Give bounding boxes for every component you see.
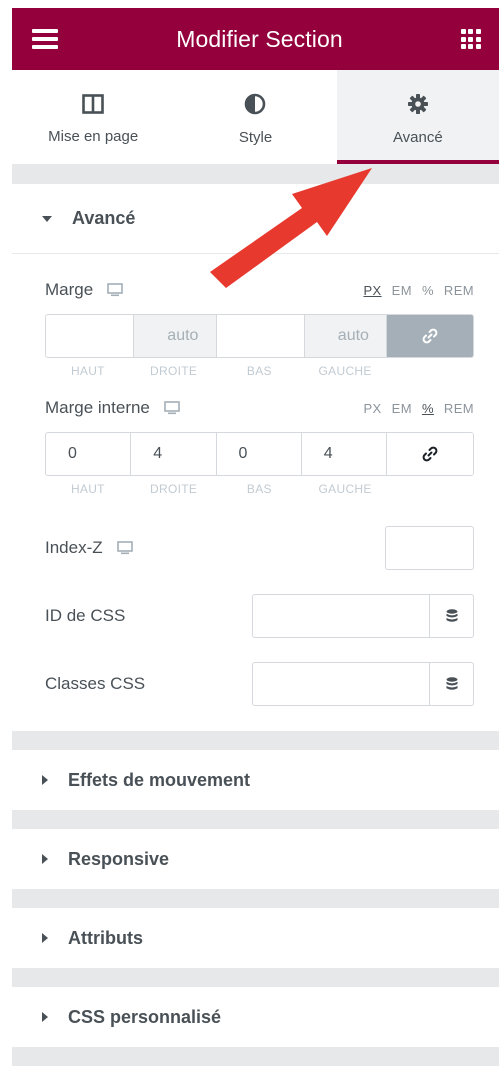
columns-icon — [82, 93, 104, 114]
link-icon — [422, 328, 438, 344]
editor-panel: Modifier Section Mise en page Style Avan… — [12, 8, 499, 1075]
padding-units: PX EM % REM — [363, 401, 474, 416]
padding-link-button[interactable] — [387, 433, 473, 475]
tab-style-label: Style — [238, 128, 273, 146]
database-icon — [446, 677, 457, 690]
margin-left-input[interactable]: auto — [304, 315, 387, 357]
tab-layout-label: Mise en page — [48, 127, 139, 145]
menu-icon[interactable] — [32, 29, 58, 49]
section-attributes[interactable]: Attributs — [12, 908, 499, 968]
css-id-field — [252, 594, 474, 638]
unit-percent[interactable]: % — [422, 283, 434, 298]
section-divider — [12, 731, 499, 750]
caret-down-icon — [42, 215, 52, 222]
padding-left-input[interactable]: 4 — [302, 433, 387, 475]
margin-control-header: Marge PX EM % REM — [45, 280, 474, 300]
dim-label-spacer — [388, 364, 474, 378]
section-divider — [12, 968, 499, 987]
dim-label-bottom: BAS — [246, 482, 272, 496]
caret-right-icon — [42, 933, 48, 943]
section-divider — [12, 1047, 499, 1066]
unit-em[interactable]: EM — [392, 283, 412, 298]
advanced-controls: Marge PX EM % REM auto auto HAUT DROITE … — [12, 280, 499, 706]
dynamic-tags-button[interactable] — [429, 663, 473, 705]
tab-style[interactable]: Style — [174, 70, 336, 164]
dim-label-bottom: BAS — [246, 364, 272, 378]
section-advanced-header[interactable]: Avancé — [12, 184, 499, 254]
caret-right-icon — [42, 1012, 48, 1022]
padding-bottom-input[interactable]: 0 — [217, 433, 302, 475]
margin-label: Marge — [45, 280, 94, 299]
tab-advanced-label: Avancé — [392, 128, 443, 146]
dim-label-top: HAUT — [70, 364, 105, 378]
css-classes-label: Classes CSS — [45, 674, 146, 693]
dim-label-top: HAUT — [70, 482, 105, 496]
dim-label-left: GAUCHE — [318, 482, 372, 496]
section-custom-css-title: CSS personnalisé — [68, 1006, 222, 1027]
css-classes-control: Classes CSS — [45, 662, 474, 706]
dim-label-right: DROITE — [150, 482, 198, 496]
unit-percent[interactable]: % — [422, 401, 434, 416]
desktop-icon[interactable] — [107, 283, 123, 297]
half-circle-icon — [245, 93, 266, 114]
gear-icon — [407, 93, 428, 114]
panel-header: Modifier Section — [12, 8, 499, 70]
padding-top-input[interactable]: 0 — [46, 433, 132, 475]
unit-rem[interactable]: REM — [444, 401, 474, 416]
margin-label-wrap: Marge — [45, 280, 123, 300]
caret-right-icon — [42, 854, 48, 864]
margin-top-input[interactable] — [46, 315, 135, 357]
section-divider — [12, 889, 499, 908]
section-attributes-title: Attributs — [68, 927, 143, 948]
padding-dimensions: 0 4 0 4 — [45, 432, 474, 476]
zindex-input[interactable] — [385, 526, 474, 570]
dim-label-right: DROITE — [150, 364, 198, 378]
widgets-grid-icon[interactable] — [460, 29, 481, 49]
padding-control-header: Marge interne PX EM % REM — [45, 398, 474, 418]
dim-label-spacer — [388, 482, 474, 496]
section-advanced-title: Avancé — [72, 208, 136, 228]
tab-advanced[interactable]: Avancé — [336, 70, 499, 164]
css-id-control: ID de CSS — [45, 594, 474, 638]
caret-right-icon — [42, 775, 48, 785]
css-classes-field — [252, 662, 474, 706]
unit-px[interactable]: PX — [363, 283, 381, 298]
unit-rem[interactable]: REM — [444, 283, 474, 298]
panel-title: Modifier Section — [176, 25, 343, 52]
margin-units: PX EM % REM — [363, 283, 474, 298]
section-motion-effects[interactable]: Effets de mouvement — [12, 750, 499, 810]
margin-dimension-labels: HAUT DROITE BAS GAUCHE — [45, 364, 474, 378]
padding-label-wrap: Marge interne — [45, 398, 180, 418]
dim-label-left: GAUCHE — [318, 364, 372, 378]
section-spacer — [12, 164, 499, 184]
panel-tabs: Mise en page Style Avancé — [12, 70, 499, 164]
margin-right-input[interactable]: auto — [134, 315, 217, 357]
margin-link-button[interactable] — [387, 315, 473, 357]
css-id-input[interactable] — [253, 595, 429, 637]
unit-px[interactable]: PX — [363, 401, 381, 416]
margin-dimensions: auto auto — [45, 314, 474, 358]
section-responsive-title: Responsive — [68, 848, 170, 869]
link-icon — [422, 446, 438, 462]
zindex-label: Index-Z — [45, 538, 103, 557]
section-responsive[interactable]: Responsive — [12, 829, 499, 889]
css-classes-input[interactable] — [253, 663, 429, 705]
padding-dimension-labels: HAUT DROITE BAS GAUCHE — [45, 482, 474, 496]
desktop-icon[interactable] — [164, 401, 180, 415]
unit-em[interactable]: EM — [392, 401, 412, 416]
padding-right-input[interactable]: 4 — [131, 433, 217, 475]
margin-bottom-input[interactable] — [217, 315, 305, 357]
database-icon — [446, 609, 457, 622]
zindex-label-wrap: Index-Z — [45, 538, 133, 558]
zindex-control: Index-Z — [45, 526, 474, 570]
section-custom-css[interactable]: CSS personnalisé — [12, 987, 499, 1047]
tab-layout[interactable]: Mise en page — [12, 70, 174, 164]
padding-label: Marge interne — [45, 398, 150, 417]
section-divider — [12, 810, 499, 829]
dynamic-tags-button[interactable] — [429, 595, 473, 637]
section-motion-effects-title: Effets de mouvement — [68, 769, 251, 790]
css-id-label: ID de CSS — [45, 606, 126, 625]
desktop-icon[interactable] — [116, 541, 133, 555]
